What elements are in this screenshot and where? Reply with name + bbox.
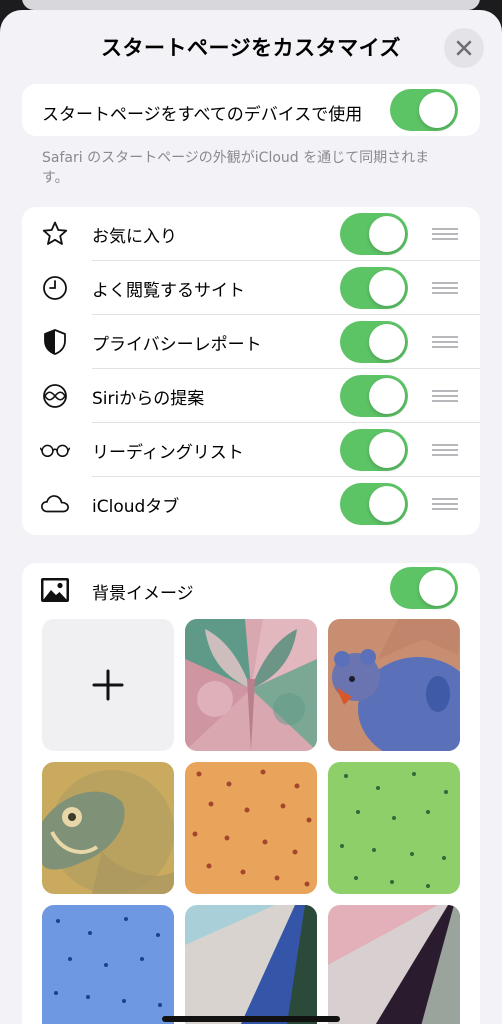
reorder-handle-icon[interactable]	[432, 390, 458, 402]
home-indicator[interactable]	[162, 1016, 340, 1022]
cloud-icon	[40, 490, 70, 518]
close-button[interactable]	[444, 28, 484, 68]
clock-icon	[40, 274, 70, 302]
background-sheet-edge	[22, 0, 480, 10]
xmark-icon	[456, 40, 472, 56]
section-label: リーディングリスト	[92, 443, 244, 463]
reorder-handle-icon[interactable]	[432, 336, 458, 348]
section-label: お気に入り	[92, 227, 177, 247]
section-toggle-siri-suggestions[interactable]	[340, 375, 408, 417]
wallpaper-tile-parrot[interactable]	[42, 762, 174, 894]
section-row-reading-list: リーディングリスト	[22, 423, 480, 477]
wallpaper-tile-pink-geometric[interactable]	[328, 905, 460, 1024]
section-row-siri-suggestions: Siriからの提案	[22, 369, 480, 423]
sync-devices-toggle[interactable]	[390, 89, 458, 131]
star-icon	[40, 220, 70, 248]
section-toggle-reading-list[interactable]	[340, 429, 408, 471]
add-background-button[interactable]	[42, 619, 174, 751]
reorder-handle-icon[interactable]	[432, 444, 458, 456]
customize-start-page-sheet: スタートページをカスタマイズ スタートページをすべてのデバイスで使用 Safar…	[0, 10, 502, 1024]
shield-icon	[40, 328, 70, 356]
photo-icon	[40, 577, 70, 607]
wallpaper-tile-green-pattern[interactable]	[328, 762, 460, 894]
section-row-favorites: お気に入り	[22, 207, 480, 261]
reorder-handle-icon[interactable]	[432, 282, 458, 294]
wallpaper-tile-bear[interactable]	[328, 619, 460, 751]
background-image-section: 背景イメージ	[22, 563, 480, 1024]
section-label: よく閲覧するサイト	[92, 281, 245, 301]
glasses-icon	[40, 436, 70, 464]
section-label: プライバシーレポート	[92, 335, 262, 355]
sync-devices-row: スタートページをすべてのデバイスで使用	[22, 84, 480, 136]
section-toggle-favorites[interactable]	[340, 213, 408, 255]
wallpaper-tile-blue-pattern[interactable]	[42, 905, 174, 1024]
plus-icon	[92, 669, 124, 701]
sections-list: お気に入り よく閲覧するサイト プライバシーレポート Siriからの提案 リーデ…	[22, 207, 480, 535]
section-row-privacy-report: プライバシーレポート	[22, 315, 480, 369]
section-toggle-frequently-visited[interactable]	[340, 267, 408, 309]
section-toggle-privacy-report[interactable]	[340, 321, 408, 363]
background-image-row: 背景イメージ	[22, 563, 480, 619]
wallpaper-tile-blue-geometric[interactable]	[185, 905, 317, 1024]
sync-devices-label: スタートページをすべてのデバイスで使用	[42, 105, 363, 125]
reorder-handle-icon[interactable]	[432, 498, 458, 510]
reorder-handle-icon[interactable]	[432, 228, 458, 240]
sync-footnote: Safari のスタートページの外観がiCloud を通じて同期されます。	[42, 150, 430, 186]
background-image-label: 背景イメージ	[92, 584, 194, 604]
section-toggle-icloud-tabs[interactable]	[340, 483, 408, 525]
section-label: iCloudタブ	[92, 497, 180, 517]
section-row-icloud-tabs: iCloudタブ	[22, 477, 480, 531]
background-image-toggle[interactable]	[390, 567, 458, 609]
siri-icon	[40, 382, 70, 410]
section-row-frequently-visited: よく閲覧するサイト	[22, 261, 480, 315]
section-label: Siriからの提案	[92, 389, 205, 409]
wallpaper-tile-butterfly[interactable]	[185, 619, 317, 751]
wallpaper-tile-orange-pattern[interactable]	[185, 762, 317, 894]
sheet-title: スタートページをカスタマイズ	[101, 36, 401, 60]
